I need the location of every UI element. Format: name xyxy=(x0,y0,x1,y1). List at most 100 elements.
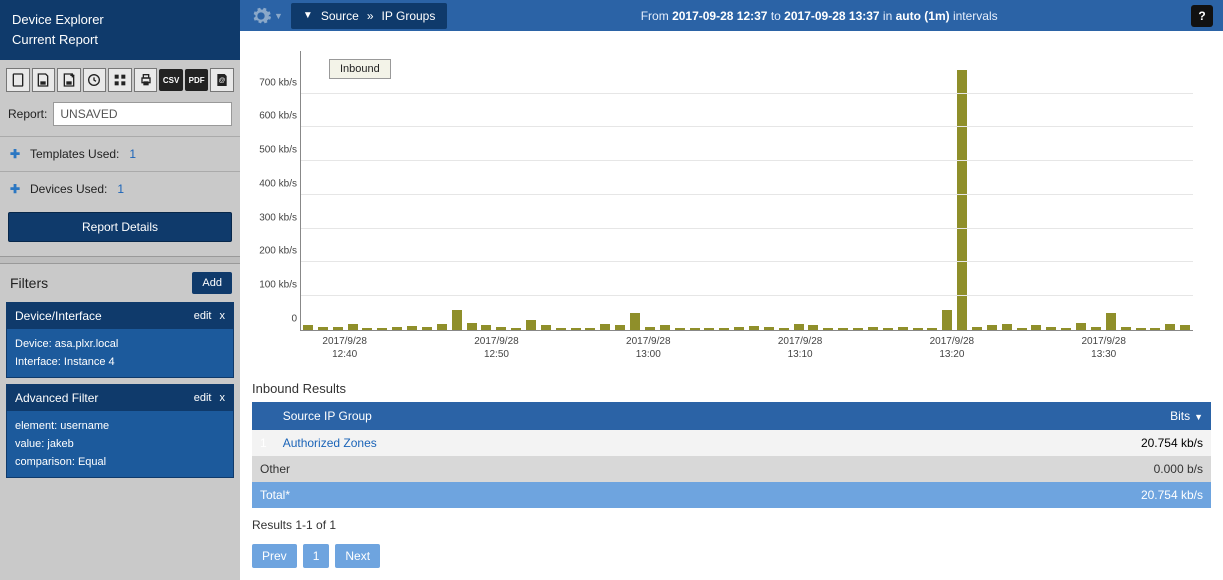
chart-bar[interactable] xyxy=(675,328,685,330)
templates-used-toggle[interactable]: ✚ Templates Used: 1 xyxy=(8,147,232,161)
chart-bar[interactable] xyxy=(690,328,700,330)
row-value: 20.754 kb/s xyxy=(823,430,1211,456)
chart-bar[interactable] xyxy=(452,310,462,330)
chart-bar[interactable] xyxy=(1136,328,1146,330)
prev-button[interactable]: Prev xyxy=(252,544,297,568)
chart-bar[interactable] xyxy=(972,327,982,330)
chart-bar[interactable] xyxy=(1076,323,1086,330)
filter-edit-link[interactable]: edit xyxy=(194,392,212,404)
chart-bar[interactable] xyxy=(496,327,506,330)
filter-close-icon[interactable]: x xyxy=(220,310,226,322)
settings-dropdown[interactable]: ▼ xyxy=(250,5,283,27)
chart-bar[interactable] xyxy=(392,327,402,330)
save-as-icon[interactable] xyxy=(57,68,81,92)
chart-bar[interactable] xyxy=(898,327,908,330)
chart-bar[interactable] xyxy=(348,324,358,330)
chart-bar[interactable] xyxy=(1091,327,1101,330)
chart-bar[interactable] xyxy=(556,328,566,330)
chart-bar[interactable] xyxy=(571,328,581,330)
chart-bar[interactable] xyxy=(1106,313,1116,330)
devices-used-toggle[interactable]: ✚ Devices Used: 1 xyxy=(8,182,232,196)
schedule-icon[interactable] xyxy=(83,68,107,92)
chart-bar[interactable] xyxy=(719,328,729,330)
col-bits[interactable]: Bits▼ xyxy=(823,402,1211,430)
grid-icon[interactable] xyxy=(108,68,132,92)
filter-edit-link[interactable]: edit xyxy=(194,310,212,322)
next-button[interactable]: Next xyxy=(335,544,380,568)
save-icon[interactable] xyxy=(32,68,56,92)
chart-bar[interactable] xyxy=(764,327,774,330)
col-source-ip-group[interactable]: Source IP Group xyxy=(275,402,823,430)
chart-bar[interactable] xyxy=(1046,327,1056,330)
chart-bar[interactable] xyxy=(481,325,491,330)
chart-bar[interactable] xyxy=(1031,325,1041,330)
authorized-zones-link[interactable]: Authorized Zones xyxy=(283,436,377,450)
chart-bar[interactable] xyxy=(853,328,863,330)
y-tick-label: 400 kb/s xyxy=(245,178,297,189)
chart-bar[interactable] xyxy=(794,324,804,330)
chart-bar[interactable] xyxy=(333,327,343,330)
chart-bar[interactable] xyxy=(1150,328,1160,330)
chart-bar[interactable] xyxy=(1180,325,1190,330)
chart-bar[interactable] xyxy=(1017,328,1027,330)
chart-bar[interactable] xyxy=(362,328,372,330)
chart-bar[interactable] xyxy=(823,328,833,330)
sidebar: Device Explorer Current Report CSV PDF @… xyxy=(0,0,240,580)
breadcrumb-dropdown[interactable]: ▼ Source » IP Groups xyxy=(291,3,447,29)
filter-title: Advanced Filter xyxy=(15,391,98,405)
chart-bar[interactable] xyxy=(526,320,536,330)
chart-bar[interactable] xyxy=(942,310,952,330)
table-row-other: Other 0.000 b/s xyxy=(252,456,1211,482)
chart-bar[interactable] xyxy=(407,326,417,330)
report-name-input[interactable] xyxy=(53,102,232,126)
email-icon[interactable]: @ xyxy=(210,68,234,92)
export-pdf-icon[interactable]: PDF xyxy=(185,69,209,91)
chart-bar[interactable] xyxy=(883,328,893,330)
inbound-chart[interactable]: Inbound 0100 kb/s200 kb/s300 kb/s400 kb/… xyxy=(300,51,1193,331)
chart-bar[interactable] xyxy=(630,313,640,330)
x-tick-label: 2017/9/2813:10 xyxy=(778,335,823,361)
report-details-button[interactable]: Report Details xyxy=(8,212,232,242)
chart-bar[interactable] xyxy=(660,325,670,330)
y-tick-label: 500 kb/s xyxy=(245,145,297,156)
chart-bar[interactable] xyxy=(1061,328,1071,330)
chart-bar[interactable] xyxy=(868,327,878,330)
time-range[interactable]: From 2017-09-28 12:37 to 2017-09-28 13:3… xyxy=(455,9,1183,23)
chart-bar[interactable] xyxy=(437,324,447,330)
chart-bar[interactable] xyxy=(957,70,967,330)
chart-bar[interactable] xyxy=(779,328,789,330)
chart-bar[interactable] xyxy=(467,323,477,330)
add-filter-button[interactable]: Add xyxy=(192,272,232,294)
chart-bar[interactable] xyxy=(511,328,521,330)
chart-bar[interactable] xyxy=(1121,327,1131,330)
chart-bar[interactable] xyxy=(1165,324,1175,330)
chart-bar[interactable] xyxy=(749,326,759,330)
chart-bar[interactable] xyxy=(734,327,744,330)
chart-bar[interactable] xyxy=(541,325,551,330)
chart-legend[interactable]: Inbound xyxy=(329,59,391,79)
new-report-icon[interactable] xyxy=(6,68,30,92)
chart-bar[interactable] xyxy=(600,324,610,330)
page-1-button[interactable]: 1 xyxy=(303,544,330,568)
chart-bar[interactable] xyxy=(303,325,313,330)
chart-bar[interactable] xyxy=(422,327,432,330)
chart-bar[interactable] xyxy=(645,327,655,330)
chart-bar[interactable] xyxy=(987,325,997,330)
help-button[interactable]: ? xyxy=(1191,5,1213,27)
chart-bar[interactable] xyxy=(318,327,328,330)
chart-bar[interactable] xyxy=(1002,324,1012,330)
total-label: Total* xyxy=(252,482,823,508)
expand-icon: ✚ xyxy=(8,147,22,161)
chart-bar[interactable] xyxy=(913,328,923,330)
chart-bar[interactable] xyxy=(704,328,714,330)
chart-bar[interactable] xyxy=(585,328,595,330)
chart-bar[interactable] xyxy=(838,328,848,330)
export-csv-icon[interactable]: CSV xyxy=(159,69,183,91)
filter-close-icon[interactable]: x xyxy=(220,392,226,404)
table-row[interactable]: 1 Authorized Zones 20.754 kb/s xyxy=(252,430,1211,456)
chart-bar[interactable] xyxy=(615,325,625,330)
chart-bar[interactable] xyxy=(377,328,387,330)
chart-bar[interactable] xyxy=(927,328,937,330)
print-icon[interactable] xyxy=(134,68,158,92)
chart-bar[interactable] xyxy=(808,325,818,330)
